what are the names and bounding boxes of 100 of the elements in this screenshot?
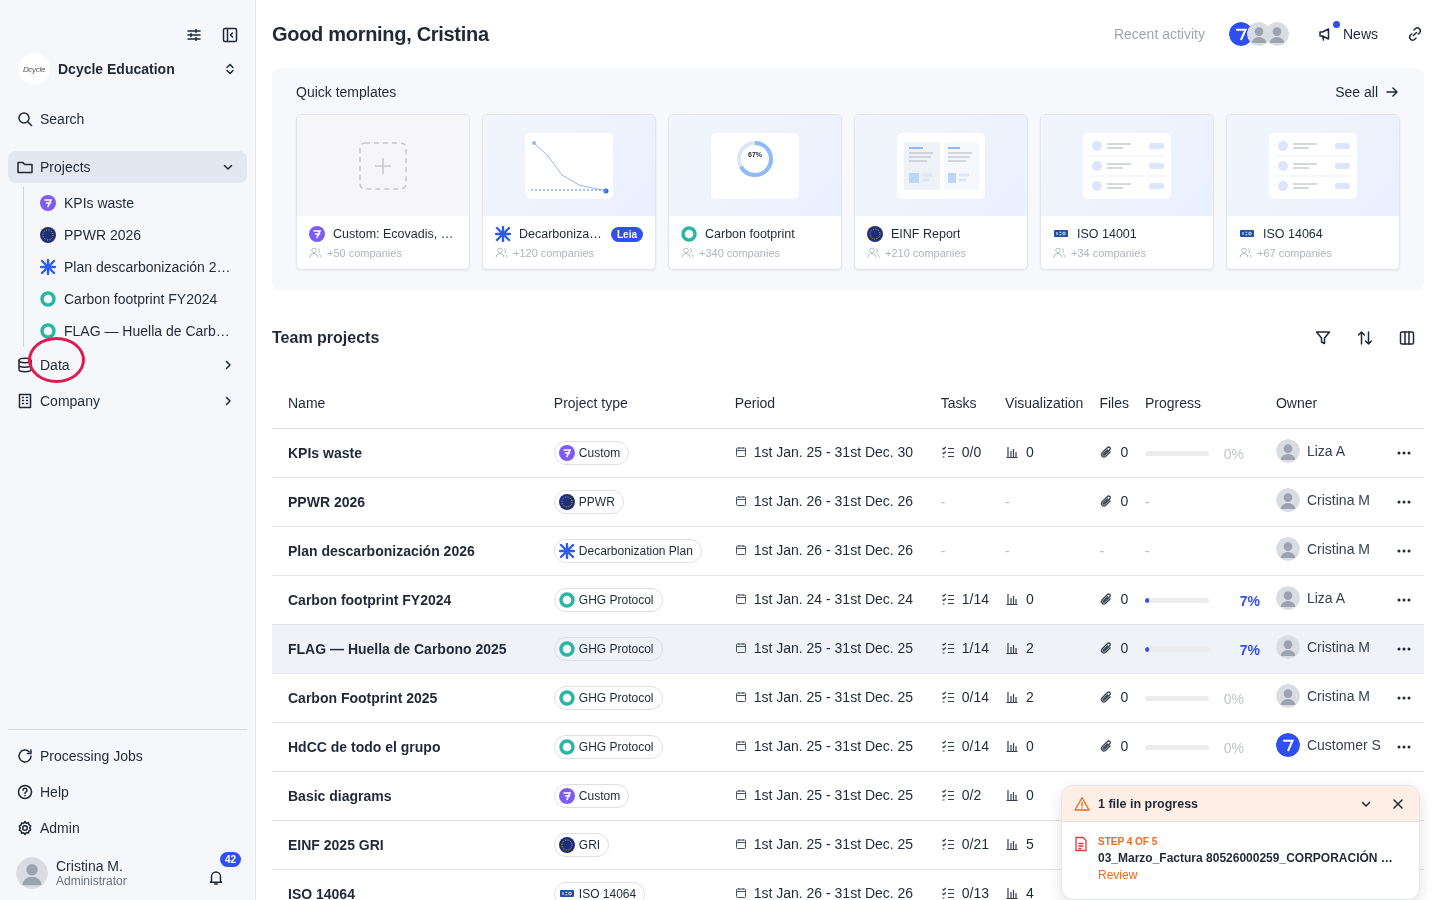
period-text: 1st Jan. 26 - 31st Dec. 26	[753, 493, 914, 509]
recent-activity-avatars[interactable]	[1229, 22, 1289, 46]
count-value: 0	[1120, 737, 1129, 754]
nav-item[interactable]: Help	[8, 776, 247, 808]
bar-chart-icon	[1005, 738, 1020, 753]
column-header[interactable]: Project type	[537, 378, 719, 428]
count-value: 0	[1120, 492, 1129, 509]
checklist-icon	[940, 689, 955, 704]
columns-icon	[1398, 329, 1416, 347]
count-value: 0/0	[961, 443, 982, 460]
table-row[interactable]: FLAG — Huella de Carbono 2025 GHG Protocol 1st Jan. 25 - 31st Dec. 25 1/14 2 0 7% Cristina M	[272, 624, 1424, 673]
project-link[interactable]: FLAG — Huella de Carb…	[40, 315, 247, 347]
more-options-icon	[1396, 646, 1411, 651]
calendar-icon	[734, 789, 747, 801]
flag-emblem-icon	[40, 227, 56, 243]
table-row[interactable]: HdCC de todo el grupo GHG Protocol 1st Jan. 25 - 31st Dec. 25 0/14 0 0 0% Customer S	[272, 722, 1424, 771]
table-row[interactable]: Plan descarbonización 2026 Decarbonization Plan 1st Jan. 26 - 31st Dec. 26 - - - - Cristina M	[272, 526, 1424, 575]
nav-item[interactable]: Projects	[8, 151, 247, 183]
paperclip-icon	[1099, 444, 1114, 459]
arrow-right-icon	[1384, 84, 1400, 100]
page-title: Good morning, Cristina	[272, 22, 491, 46]
paperclip-icon	[1099, 689, 1114, 704]
progress-bar	[1144, 598, 1209, 604]
owner-name: Customer S	[1306, 737, 1381, 753]
nav-item[interactable]: Company	[8, 385, 247, 417]
template-card[interactable]: EINF Report +210 companies	[854, 114, 1028, 270]
user-role: Administrator	[56, 874, 128, 888]
owner-name: Cristina M	[1306, 492, 1370, 508]
period-text: 1st Jan. 25 - 31st Dec. 25	[753, 640, 914, 656]
owner-name: Liza A	[1306, 590, 1346, 606]
companies-count: +340 companies	[699, 246, 781, 259]
nav-item[interactable]: Data	[8, 349, 247, 381]
news-button[interactable]: News	[1309, 25, 1386, 43]
empty-value: -	[1144, 542, 1150, 559]
empty-value: -	[940, 542, 946, 559]
more-options-icon	[1396, 450, 1411, 455]
organization-switcher[interactable]: Dcycle Dcycle Education	[8, 44, 247, 85]
nav-item[interactable]: Admin	[8, 812, 247, 844]
avatar-icon	[1275, 439, 1300, 463]
notification-count: 42	[219, 852, 241, 867]
period-text: 1st Jan. 25 - 31st Dec. 25	[753, 738, 914, 754]
owner-name: Cristina M	[1306, 688, 1370, 704]
close-icon	[1391, 796, 1405, 811]
empty-value: -	[940, 493, 946, 510]
flag-emblem-icon	[558, 493, 575, 510]
more-options-icon	[1396, 744, 1411, 749]
period-text: 1st Jan. 26 - 31st Dec. 26	[753, 885, 914, 900]
column-header[interactable]: Owner	[1259, 378, 1381, 428]
people-icon	[309, 246, 322, 259]
template-card[interactable]: Decarboniza… Leia +120 companies	[482, 114, 656, 270]
companies-count: +50 companies	[327, 246, 402, 259]
recent-activity-label: Recent activity	[1113, 26, 1205, 42]
period-text: 1st Jan. 25 - 31st Dec. 25	[753, 787, 914, 803]
project-name: Carbon Footprint 2025	[272, 673, 538, 722]
count-value: 0	[1120, 639, 1129, 656]
progress-bar	[1144, 647, 1209, 653]
period-text: 1st Jan. 25 - 31st Dec. 25	[753, 836, 914, 852]
template-card[interactable]: ISO 14064 +67 companies	[1226, 114, 1400, 270]
column-header[interactable]: Visualization	[989, 378, 1084, 428]
people-icon	[495, 246, 508, 259]
project-link[interactable]: KPIs waste	[40, 187, 247, 219]
column-header[interactable]: Period	[718, 378, 925, 428]
ring-icon	[558, 738, 575, 755]
project-name: Plan descarbonización 2026	[272, 526, 538, 575]
column-header[interactable]: Files	[1083, 378, 1129, 428]
ring-icon	[40, 323, 56, 339]
see-all-link[interactable]: See all	[1335, 84, 1400, 100]
project-name: HdCC de todo el grupo	[272, 722, 538, 771]
table-row[interactable]: Carbon footprint FY2024 GHG Protocol 1st Jan. 24 - 31st Dec. 24 1/14 0 0 7% Liza A	[272, 575, 1424, 624]
asterisk-icon	[558, 542, 575, 559]
template-name: ISO 14001	[1077, 227, 1137, 241]
count-value: 2	[1026, 688, 1034, 705]
people-icon	[867, 246, 880, 259]
template-card[interactable]: ISO 14001 +34 companies	[1040, 114, 1214, 270]
avatar-icon	[16, 857, 48, 889]
table-row[interactable]: KPIs waste Custom 1st Jan. 25 - 31st Dec. 30 0/0 0 0 0% Liza A	[272, 428, 1424, 477]
project-link[interactable]: Carbon footprint FY2024	[40, 283, 247, 315]
table-row[interactable]: Carbon Footprint 2025 GHG Protocol 1st Jan. 25 - 31st Dec. 25 0/14 2 0 0% Cristina M	[272, 673, 1424, 722]
calendar-icon	[734, 446, 747, 458]
project-link[interactable]: PPWR 2026	[40, 219, 247, 251]
dashed-plus-icon	[359, 141, 407, 190]
ring-icon	[558, 591, 575, 608]
period-text: 1st Jan. 25 - 31st Dec. 30	[753, 444, 914, 460]
column-header[interactable]: Progress	[1128, 378, 1260, 428]
toast-title: 1 file in progress	[1098, 796, 1200, 811]
asterisk-icon	[495, 226, 511, 242]
column-header[interactable]: Name	[272, 378, 538, 428]
count-value: 0/14	[961, 688, 990, 705]
count-value: 1/14	[961, 639, 990, 656]
table-row[interactable]: PPWR 2026 PPWR 1st Jan. 26 - 31st Dec. 26 - - 0 - Cristina M	[272, 477, 1424, 526]
bar-chart-icon	[1005, 689, 1020, 704]
section-title: Quick templates	[296, 84, 397, 100]
template-card[interactable]: Custom: Ecovadis, … +50 companies	[296, 114, 470, 270]
search-button[interactable]: Search	[8, 103, 247, 135]
column-header[interactable]: Tasks	[924, 378, 990, 428]
project-link[interactable]: Plan descarbonización 2…	[40, 251, 247, 283]
organization-name: Dcycle Education	[58, 61, 176, 77]
owner-name: Cristina M	[1306, 541, 1370, 557]
bar-chart-icon	[1005, 640, 1020, 655]
nav-item[interactable]: Processing Jobs	[8, 740, 247, 772]
